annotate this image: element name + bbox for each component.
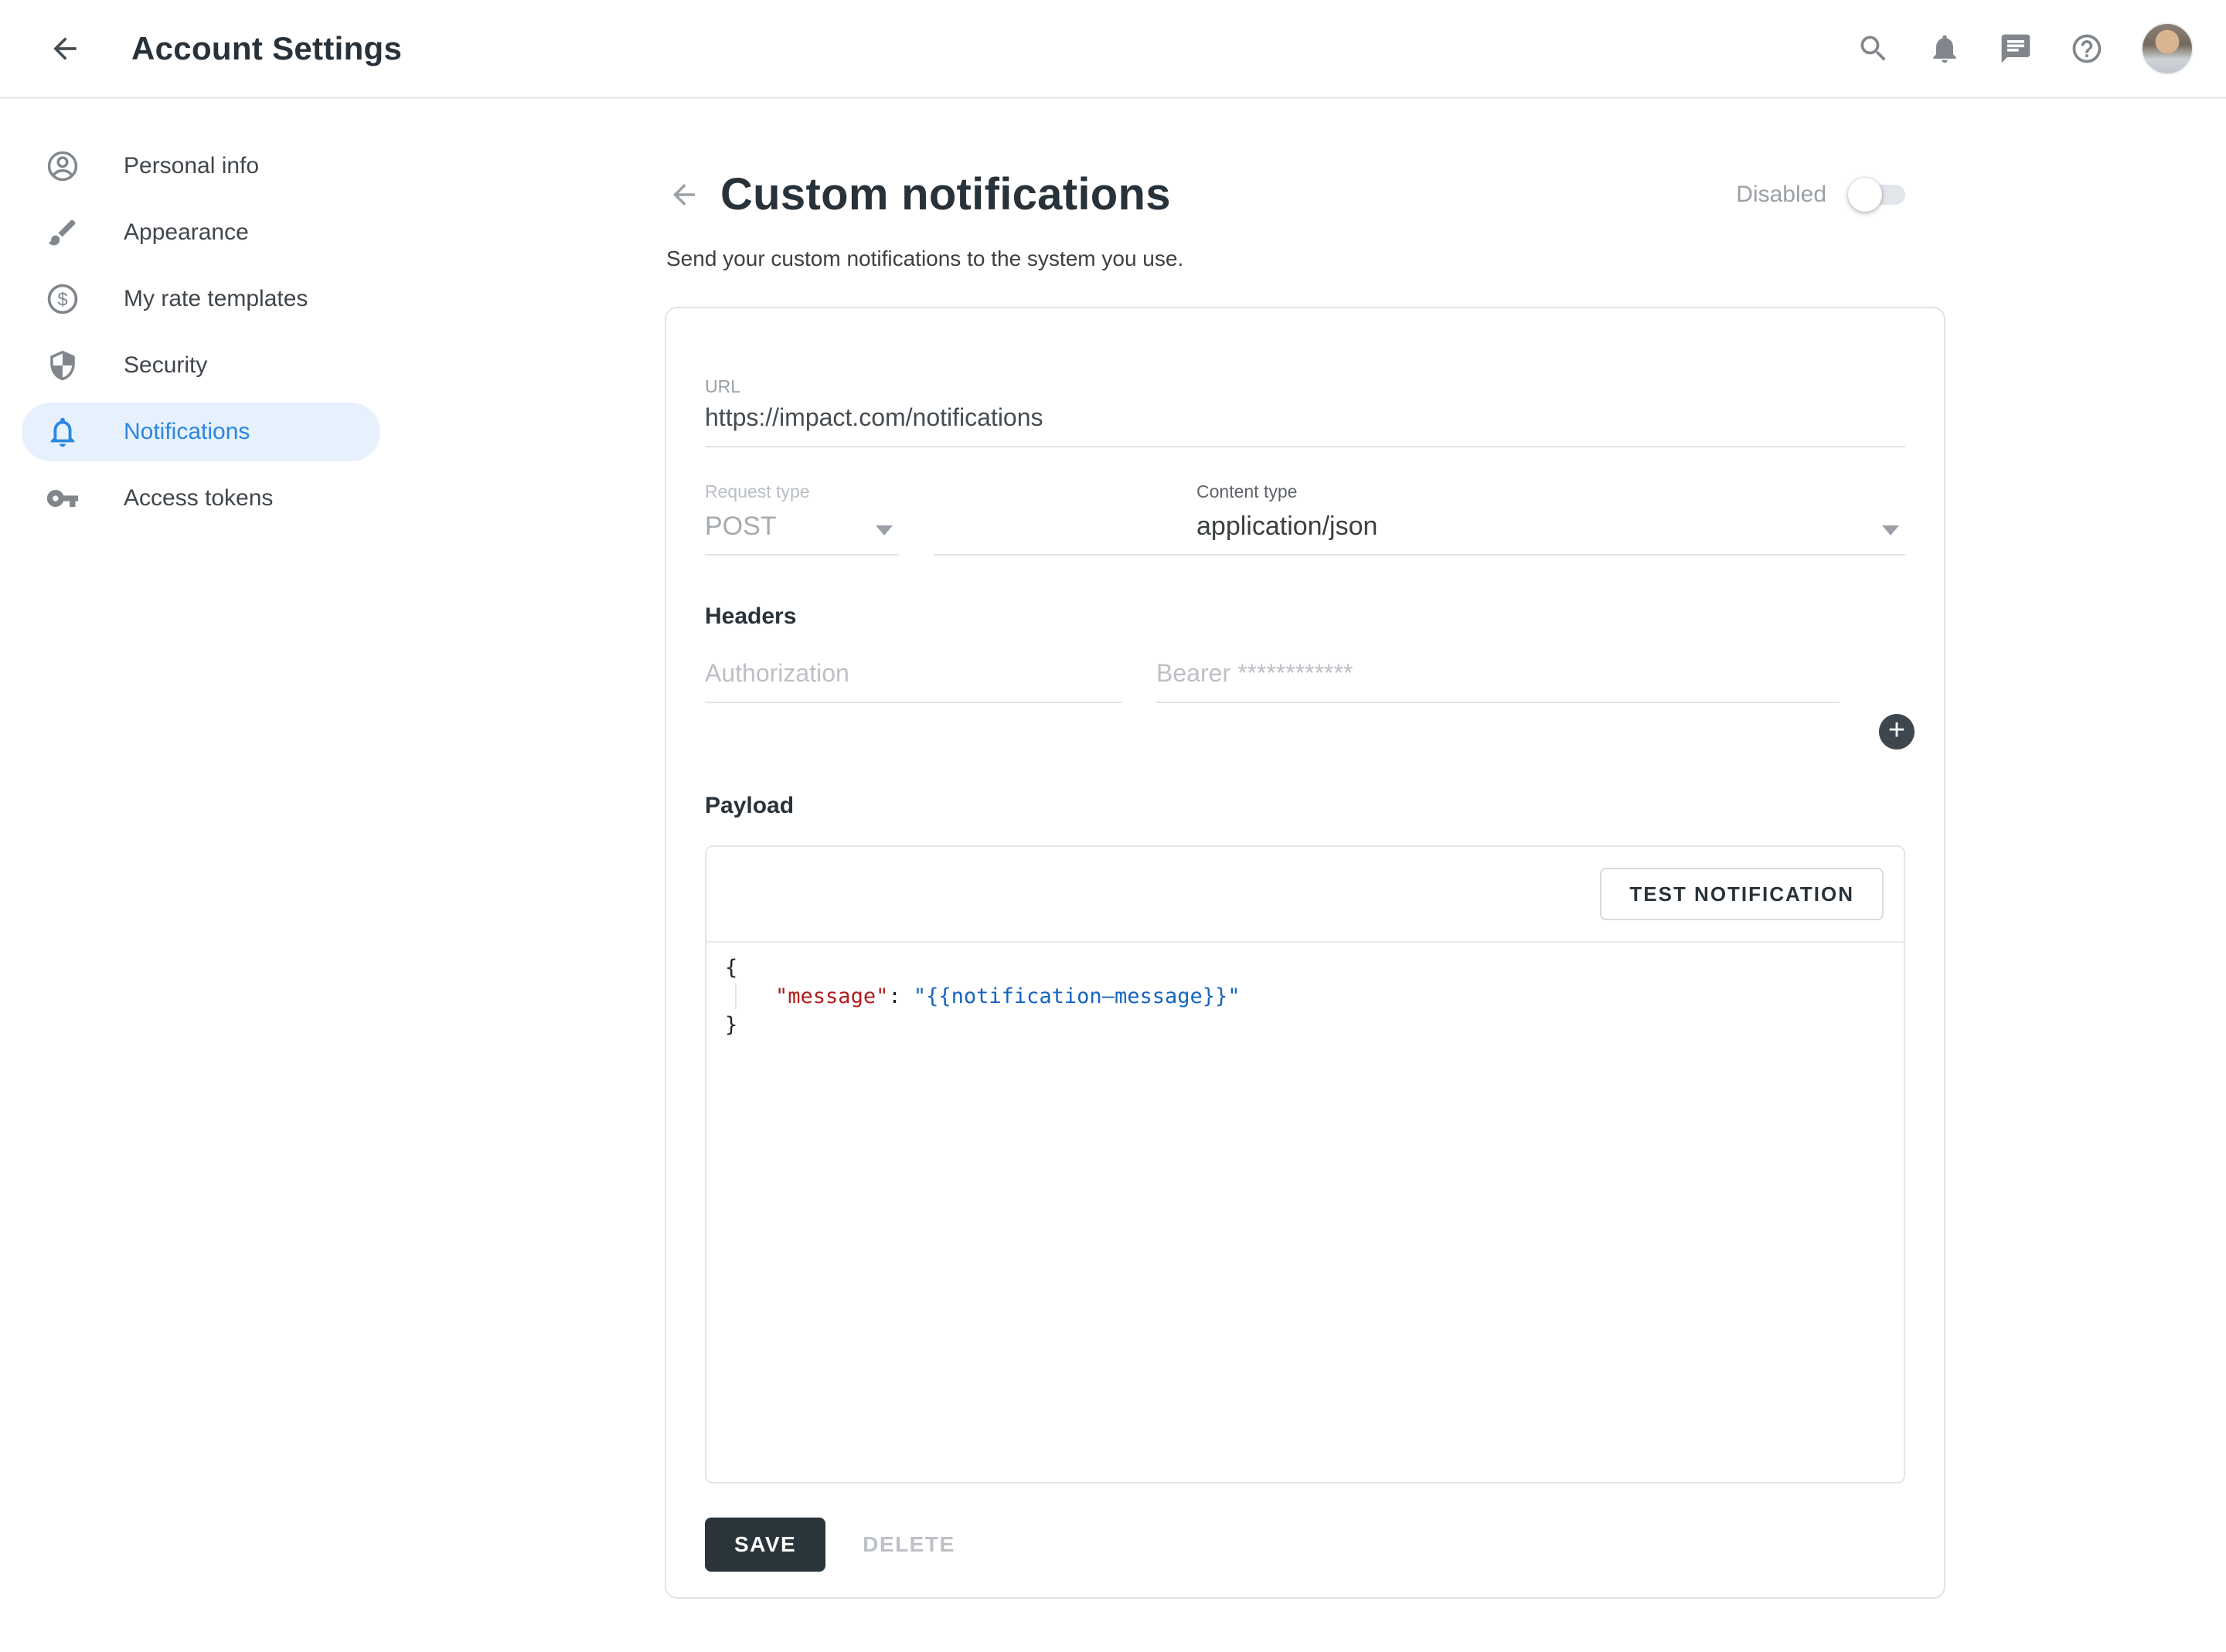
page-back-icon[interactable]	[668, 178, 700, 211]
avatar[interactable]	[2141, 22, 2194, 75]
code-token	[725, 984, 775, 1008]
code-token: }	[725, 1013, 737, 1037]
page-subtitle: Send your custom notifications to the sy…	[666, 246, 1945, 271]
sidebar-item-my-rate-templates[interactable]: $ My rate templates	[22, 270, 380, 328]
notifications-bell-icon[interactable]	[1928, 32, 1962, 66]
bell-icon	[45, 414, 80, 450]
url-label: URL	[705, 376, 1905, 397]
toggle-status-label: Disabled	[1736, 182, 1826, 208]
test-notification-button[interactable]: TEST NOTIFICATION	[1600, 868, 1884, 920]
sidebar-item-label: Notifications	[124, 419, 250, 445]
code-line: {	[725, 953, 1904, 982]
sidebar-item-access-tokens[interactable]: Access tokens	[22, 469, 380, 528]
app-title: Account Settings	[131, 30, 402, 67]
dollar-circle-icon: $	[45, 281, 80, 317]
person-circle-icon	[45, 148, 80, 184]
chevron-down-icon	[876, 525, 893, 535]
back-icon[interactable]	[48, 32, 82, 66]
sidebar-item-personal-info[interactable]: Personal info	[22, 137, 380, 195]
search-icon[interactable]	[1857, 32, 1891, 66]
request-type-label: Request type	[705, 481, 899, 502]
page-title: Custom notifications	[720, 168, 1171, 220]
sidebar-item-label: My rate templates	[124, 286, 308, 312]
chevron-down-icon	[1882, 525, 1899, 535]
plus-glyph: +	[1888, 716, 1905, 745]
code-line: }	[725, 1011, 1904, 1039]
code-token: {	[725, 956, 737, 980]
sidebar-item-label: Appearance	[124, 219, 249, 246]
brush-icon	[45, 215, 80, 250]
header-value-input[interactable]	[1156, 653, 1840, 703]
topbar: Account Settings	[0, 0, 2226, 99]
sidebar-item-security[interactable]: Security	[22, 336, 380, 395]
code-line: "message": "{{notification—message}}"	[725, 982, 1904, 1011]
headers-heading: Headers	[705, 603, 1905, 630]
request-type-select[interactable]: Request type POST	[705, 481, 899, 556]
sidebar-item-label: Personal info	[124, 153, 259, 179]
notification-settings-card: URL Request type POST Content type appli…	[665, 307, 1945, 1599]
sidebar-item-notifications[interactable]: Notifications	[22, 403, 380, 461]
page-header: Custom notifications Disabled	[665, 168, 1945, 220]
code-token: :	[888, 984, 914, 1008]
content-type-value: application/json	[1196, 512, 1625, 542]
sidebar-item-label: Security	[124, 352, 207, 379]
plus-circle-icon[interactable]: +	[1879, 714, 1915, 750]
sidebar: Personal info Appearance $ My rate templ…	[0, 99, 402, 1599]
main-content: Custom notifications Disabled Send your …	[402, 99, 2226, 1599]
payload-code-area[interactable]: { "message": "{{notification—message}}"}	[706, 943, 1904, 1039]
url-field: URL	[705, 376, 1905, 447]
enable-toggle[interactable]	[1850, 185, 1905, 205]
code-token-key: "message"	[775, 984, 888, 1008]
sidebar-item-label: Access tokens	[124, 485, 273, 512]
content-type-select[interactable]: Content type application/json	[934, 481, 1905, 556]
payload-toolbar: TEST NOTIFICATION	[706, 847, 1904, 943]
content-type-label: Content type	[1196, 481, 1625, 502]
sidebar-item-appearance[interactable]: Appearance	[22, 203, 380, 262]
payload-heading: Payload	[705, 793, 1905, 819]
toggle-knob	[1848, 178, 1882, 212]
request-type-value: POST	[705, 512, 899, 542]
delete-button[interactable]: DELETE	[858, 1531, 959, 1558]
svg-text:$: $	[57, 289, 67, 310]
chat-icon[interactable]	[1999, 32, 2033, 66]
header-name-input[interactable]	[705, 653, 1122, 703]
shield-icon	[45, 348, 80, 383]
payload-editor: TEST NOTIFICATION { "message": "{{notifi…	[705, 845, 1905, 1484]
key-icon	[45, 481, 80, 516]
code-token-value: "{{notification—message}}"	[914, 984, 1241, 1008]
help-icon[interactable]	[2070, 32, 2104, 66]
url-input[interactable]	[705, 397, 1905, 447]
save-button[interactable]: SAVE	[705, 1518, 825, 1572]
